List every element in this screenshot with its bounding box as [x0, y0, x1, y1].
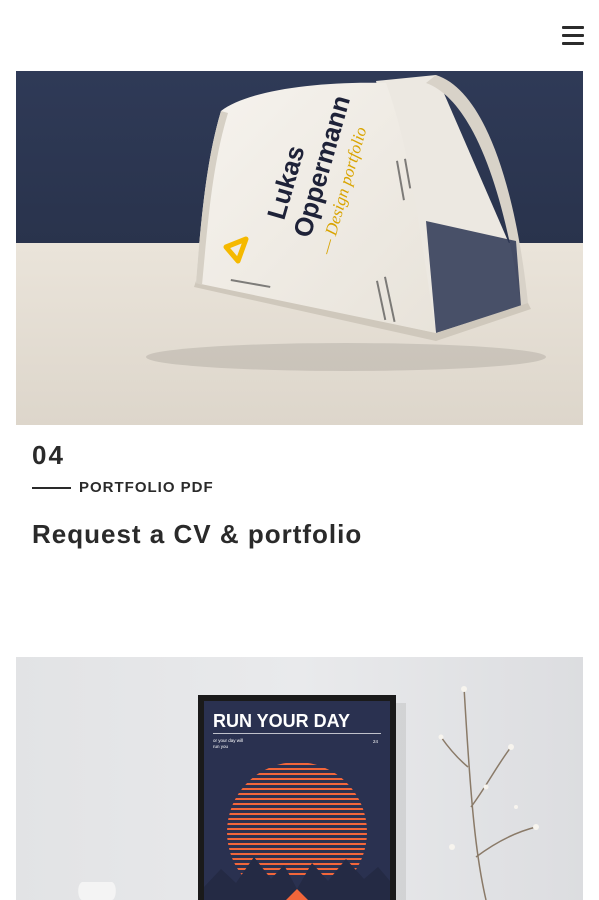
svg-text:24: 24: [373, 739, 379, 744]
svg-text:run you: run you: [213, 744, 229, 749]
hamburger-menu-icon: [562, 26, 584, 29]
project-title-link[interactable]: Request a CV & portfolio: [32, 519, 362, 550]
project-image-portfolio-book[interactable]: Lukas Oppermann — Design portfolio: [16, 71, 583, 425]
category-divider: [32, 487, 71, 489]
project-image-run-your-day-poster[interactable]: RUN YOUR DAY or your day will run you 24: [16, 657, 583, 900]
project-number: 04: [32, 440, 65, 470]
project-category: PORTFOLIO PDF: [79, 479, 214, 496]
poster-title: RUN YOUR DAY: [213, 711, 350, 731]
svg-text:or your day will: or your day will: [213, 738, 243, 743]
menu-button[interactable]: [562, 26, 584, 46]
